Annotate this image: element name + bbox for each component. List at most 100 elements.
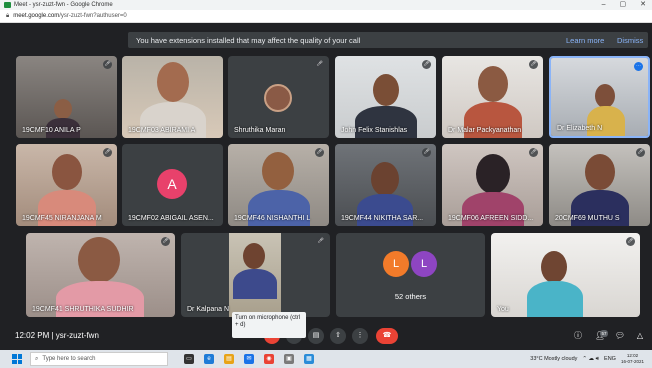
self-tile[interactable]: 🎤︎ You [491,233,640,317]
participant-video-body [587,106,625,136]
mic-off-icon: 🎤︎ [161,237,170,246]
lock-icon[interactable]: 🔒︎ [6,13,9,20]
activities-icon[interactable]: △ [634,330,646,342]
participant-video [476,154,510,194]
mic-off-icon: 🎤︎ [626,237,635,246]
task-view-icon[interactable]: ▭ [184,354,194,364]
captions-button[interactable]: ▤ [308,328,324,344]
maximize-button[interactable]: ▢ [620,0,627,10]
url-text[interactable]: meet.google.com/ysr-zuzt-fwn?authuser=0 [13,13,127,19]
taskbar-search-input[interactable]: ⌕ Type here to search [30,352,168,366]
tray-clock[interactable]: 12:02 16-07-2021 [621,353,644,365]
more-options-icon[interactable]: ⋯ [634,62,643,71]
participant-name: 20CMF69 MUTHU S [555,215,620,222]
system-tray: 33°C Mostly cloudy ⌃ ☁ 🔊︎ ENG 12:02 16-07… [530,353,644,365]
participant-video-body [233,269,277,299]
mic-tooltip: Turn on microphone (ctrl + d) [232,312,306,338]
meeting-controls-bar: 12:02 PM | ysr-zuzt-fwn 🎤︎ ▶ ▤ ⇧ ⋮ ☎ ⓘ 👤… [0,323,652,350]
url-path: /ysr-zuzt-fwn?authuser=0 [59,13,127,19]
mic-off-icon: 🎤︎ [422,60,431,69]
participant-name: Dr Malar Packyanathan [448,127,522,134]
mic-off-icon: 🎤︎ [315,60,324,69]
meeting-info: 12:02 PM | ysr-zuzt-fwn [15,331,99,340]
participant-name: 19CMF10 ANILA P [22,127,81,134]
close-window-button[interactable]: ✕ [640,0,646,10]
meet-stage: You have extensions installed that may a… [0,23,652,350]
participant-name: Shruthika Maran [234,127,286,134]
avatar: A [157,169,187,199]
participant-tile[interactable]: 🎤︎ 19CMF10 ANILA P [16,56,117,138]
participant-name: 19CMF44 NIKITHA SAR... [341,215,424,222]
end-call-button[interactable]: ☎ [376,328,398,344]
learn-more-link[interactable]: Learn more [566,36,604,45]
participant-tile[interactable]: 🎤︎ 20CMF69 MUTHU S [549,144,650,226]
participant-video [78,237,120,283]
meet-favicon-icon [4,2,11,8]
language-indicator[interactable]: ENG [604,356,616,362]
window-controls: – ▢ ✕ [602,0,646,10]
extension-warning-banner: You have extensions installed that may a… [128,32,648,48]
window-title: Meet - ysr-zuzt-fwn - Google Chrome [14,2,113,8]
participant-tile[interactable]: 🎤︎ Dr Malar Packyanathan [442,56,543,138]
tray-time: 12:02 [626,353,639,358]
avatar: L [383,251,409,277]
participant-name: You [497,306,509,313]
mic-off-icon: 🎤︎ [315,148,324,157]
tray-date: 16-07-2021 [620,359,644,364]
taskbar-apps: ▭ e ▤ ✉ ◉ ▣ ▦ [184,354,314,364]
clock-time: 12:02 PM [15,331,50,340]
mic-off-icon: 🎤︎ [636,148,645,157]
participants-count-badge: 57 [600,330,608,337]
people-icon[interactable]: 👤︎57 [594,330,608,342]
chat-icon[interactable]: 💬︎ [614,330,626,342]
participant-tile[interactable]: 🎤︎ Dr Kalpana N [181,233,330,317]
os-taskbar: ⌕ Type here to search ▭ e ▤ ✉ ◉ ▣ ▦ 33°C… [0,350,652,368]
participant-name: Dr Elizabeth N [557,125,603,132]
participant-tile[interactable]: A 19CMF02 ABIGAIL ASEN... [122,144,223,226]
participant-video [595,84,615,108]
participant-name: 19CMF03 ABIRAMI A [128,127,196,134]
search-placeholder: Type here to search [42,356,96,362]
participant-tile[interactable]: 19CMF03 ABIRAMI A [122,56,223,138]
windows-start-icon[interactable] [12,354,22,364]
mic-off-icon: 🎤︎ [316,237,325,246]
participant-tile[interactable]: 🎤︎ 19CMF46 NISHANTHI L [228,144,329,226]
participant-name: 19CMF41 SHRUTHIKA SUDHIR [32,306,134,313]
store-icon[interactable]: ▦ [304,354,314,364]
minimize-button[interactable]: – [602,0,606,10]
weather-status[interactable]: 33°C Mostly cloudy [530,356,577,362]
others-tile[interactable]: L L 52 others [336,233,485,317]
edge-icon[interactable]: e [204,354,214,364]
file-explorer-icon[interactable]: ▤ [224,354,234,364]
meeting-details-icon[interactable]: ⓘ [572,330,584,342]
dismiss-button[interactable]: Dismiss [617,36,643,45]
tray-icons[interactable]: ⌃ ☁ 🔊︎ [582,356,599,363]
mic-off-icon: 🎤︎ [422,148,431,157]
chrome-icon[interactable]: ◉ [264,354,274,364]
mic-off-icon: 🎤︎ [103,60,112,69]
participant-video-body [527,281,583,317]
participant-tile[interactable]: ⋯ Dr Elizabeth N [549,56,650,138]
participant-video [54,99,72,119]
mail-icon[interactable]: ✉ [244,354,254,364]
address-bar[interactable]: 🔒︎ meet.google.com/ysr-zuzt-fwn?authuser… [0,10,652,23]
avatar [264,84,292,112]
banner-message: You have extensions installed that may a… [136,35,361,45]
participant-tile[interactable]: 🎤︎ 19CMF41 SHRUTHIKA SUDHIR [26,233,175,317]
participant-tile[interactable]: 🎤︎ 19CMF44 NIKITHA SAR... [335,144,436,226]
url-host: meet.google.com [13,13,60,19]
more-options-button[interactable]: ⋮ [352,328,368,344]
participant-tile[interactable]: 🎤︎ Shruthika Maran [228,56,329,138]
participant-video [541,251,567,283]
participant-name: Dr Kalpana N [187,306,230,313]
participant-name: 19CMF02 ABIGAIL ASEN... [128,215,214,222]
participant-tile[interactable]: 🎤︎ 19CMF06 AFREEN SIDD... [442,144,543,226]
participant-video [373,74,399,106]
participant-name: 19CMF06 AFREEN SIDD... [448,215,534,222]
participant-video [157,62,189,102]
app-icon[interactable]: ▣ [284,354,294,364]
present-button[interactable]: ⇧ [330,328,346,344]
participant-tile[interactable]: 🎤︎ 19CMF45 NIRANJANA M [16,144,117,226]
participant-name: John Felix Stanishlas [341,127,408,134]
participant-tile[interactable]: 🎤︎ John Felix Stanishlas [335,56,436,138]
